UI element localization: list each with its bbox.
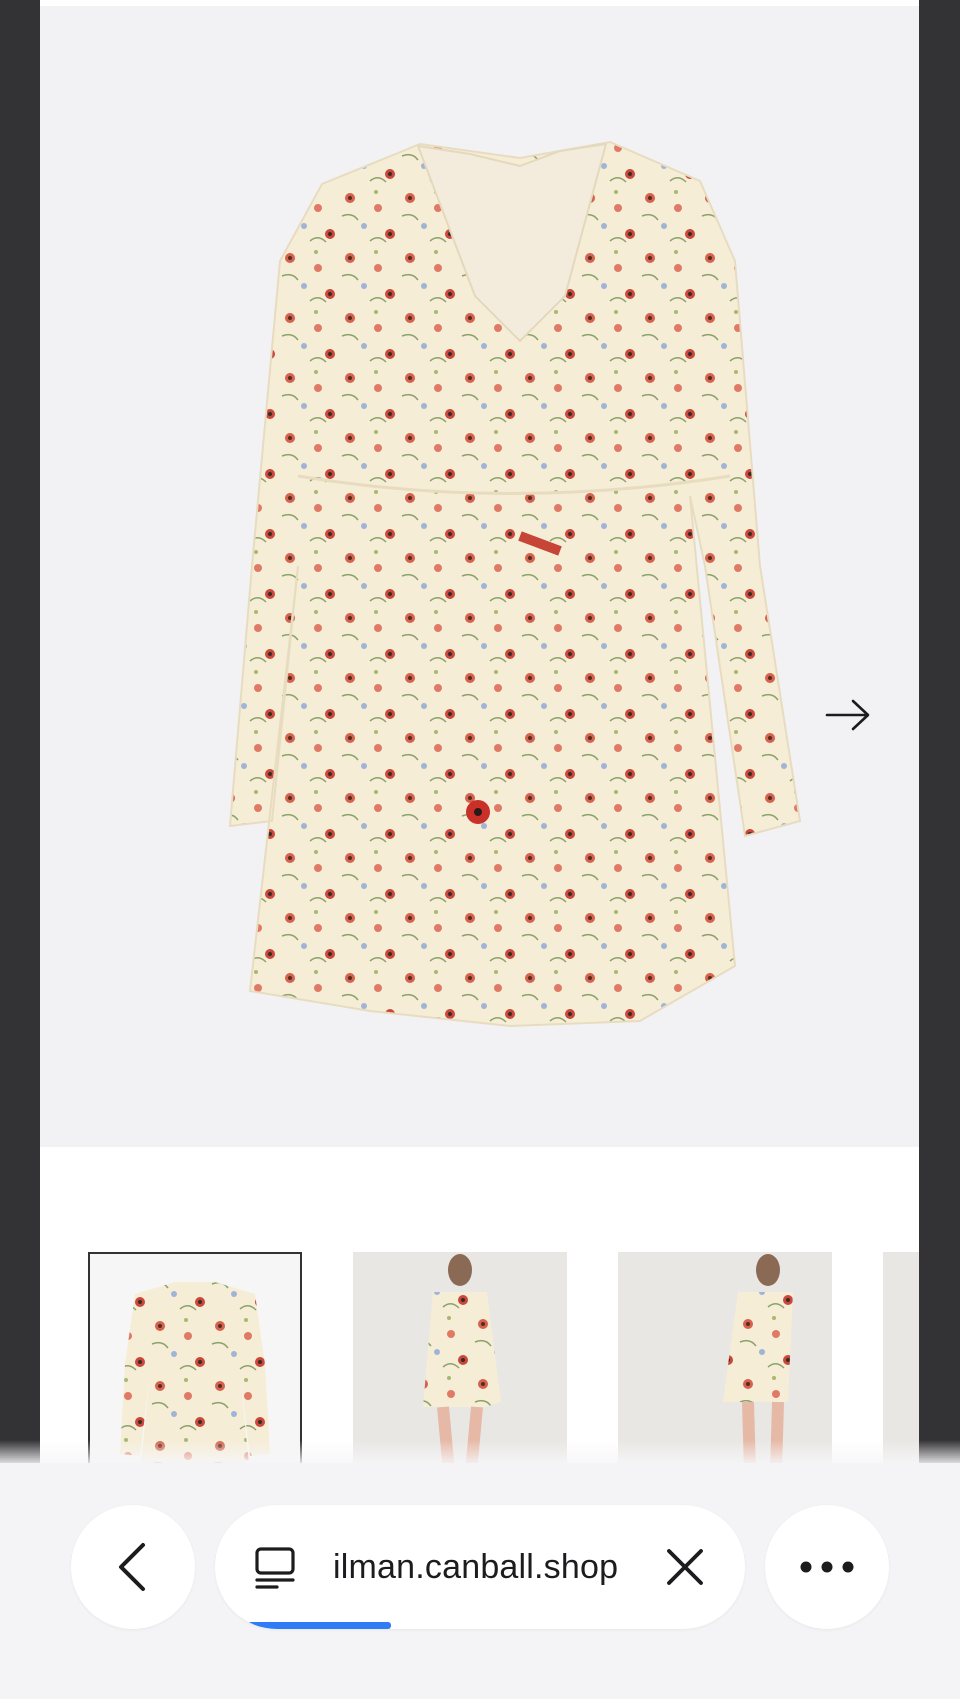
tabs-icon[interactable] [253, 1545, 297, 1589]
toolbar-shadow [0, 1440, 960, 1464]
load-progress-bar [247, 1622, 391, 1629]
arrow-right-icon [825, 699, 870, 731]
thumbnail-model-back[interactable] [618, 1252, 832, 1472]
next-image-button[interactable] [823, 694, 873, 736]
browser-toolbar: ilman.canball.shop [0, 1463, 960, 1699]
thumbnail-front[interactable] [88, 1252, 302, 1472]
more-button[interactable] [765, 1505, 889, 1629]
close-icon[interactable] [663, 1545, 707, 1589]
chevron-left-icon [119, 1543, 145, 1591]
thumbnail-extra[interactable] [883, 1252, 919, 1472]
ellipsis-icon [800, 1561, 854, 1573]
load-progress-track [215, 1621, 745, 1629]
product-main-image[interactable] [40, 6, 919, 1147]
url-text[interactable]: ilman.canball.shop [333, 1543, 618, 1591]
thumbnail-strip [40, 1252, 919, 1472]
dress-image [228, 140, 802, 1028]
thumbnail-model-front[interactable] [353, 1252, 567, 1472]
thumbnail-image [723, 1254, 793, 1472]
thumbnail-image [423, 1254, 501, 1472]
back-button[interactable] [71, 1505, 195, 1629]
address-bar[interactable]: ilman.canball.shop [215, 1505, 745, 1629]
